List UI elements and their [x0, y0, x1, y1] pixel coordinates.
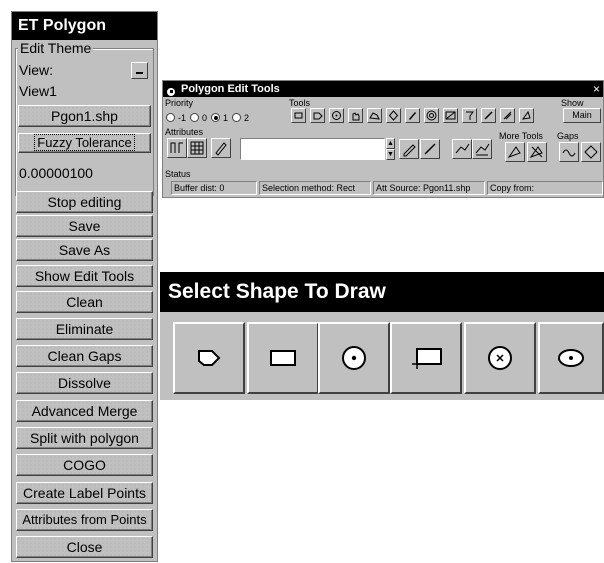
edit-line-icon[interactable]	[420, 139, 440, 159]
gap-tool-1-icon[interactable]	[559, 142, 579, 162]
priority-radio-2[interactable]	[232, 113, 241, 122]
line-tool-icon[interactable]	[481, 108, 496, 123]
gaps-label: Gaps	[557, 131, 579, 141]
trace-tool-icon[interactable]	[500, 108, 515, 123]
priority-option-label: 1	[223, 113, 229, 123]
status-buffer: Buffer dist: 0	[171, 181, 257, 195]
priority-radio-1[interactable]	[211, 113, 220, 122]
polygon-shape-button[interactable]	[173, 322, 245, 394]
clean-gaps-button[interactable]: Clean Gaps	[16, 345, 153, 367]
pen-tool-icon[interactable]	[405, 108, 420, 123]
priority-radio-minus1[interactable]	[166, 113, 175, 122]
paint-icon[interactable]	[211, 138, 231, 158]
rectangle-corner-icon	[412, 348, 442, 369]
priority-option-label: 0	[202, 113, 208, 123]
freehand-tool-icon[interactable]	[367, 108, 382, 123]
show-edit-tools-button[interactable]: Show Edit Tools	[16, 265, 153, 287]
status-copy-from: Copy from:	[487, 181, 603, 195]
dissolve-button[interactable]: Dissolve	[16, 372, 153, 394]
circle-x-icon	[488, 346, 512, 370]
view-minimize-button[interactable]	[131, 62, 148, 79]
brush-tool-icon[interactable]	[462, 108, 477, 123]
spin-up-icon[interactable]: ▲	[386, 138, 395, 149]
attribute-transfer-icon[interactable]	[167, 138, 187, 158]
hand-tool-icon[interactable]	[348, 108, 363, 123]
attributes-label: Attributes	[165, 127, 204, 137]
close-button[interactable]: Close	[16, 536, 153, 558]
panel-title: ET Polygon	[12, 12, 157, 40]
shape-picker-title: Select Shape To Draw	[160, 272, 604, 312]
tools-label: Tools	[289, 98, 311, 108]
attributes-input[interactable]	[240, 138, 385, 160]
attributes-from-points-button[interactable]: Attributes from Points	[16, 509, 153, 531]
shape-picker-window: Select Shape To Draw	[160, 272, 604, 400]
view-value: View1	[19, 83, 57, 99]
donut-tool-icon[interactable]	[424, 108, 439, 123]
polygon-icon	[198, 350, 221, 366]
tolerance-value: 0.00000100	[19, 165, 93, 181]
edit-pencil-icon[interactable]	[399, 139, 419, 159]
stop-editing-button[interactable]: Stop editing	[16, 191, 153, 213]
table-icon[interactable]	[187, 138, 207, 158]
rectangle-tool-icon[interactable]	[291, 108, 306, 123]
ellipse-icon	[558, 349, 584, 367]
eliminate-button[interactable]: Eliminate	[16, 318, 153, 340]
more-tool-2-icon[interactable]	[527, 142, 547, 162]
clean-button[interactable]: Clean	[16, 291, 153, 313]
priority-option-label: -1	[178, 113, 187, 123]
edit-theme-label: Edit Theme	[18, 40, 94, 56]
vertex-edit-icon[interactable]	[472, 139, 492, 159]
advanced-merge-button[interactable]: Advanced Merge	[16, 400, 153, 422]
split-with-polygon-button[interactable]: Split with polygon	[16, 427, 153, 449]
circle-x-shape-button[interactable]	[464, 322, 536, 394]
ellipse-shape-button[interactable]	[538, 322, 604, 394]
spin-down-icon[interactable]: ▼	[386, 149, 395, 160]
polygon-edit-tools-window: Polygon Edit Tools × Priority -1 0 1 2 T…	[162, 80, 604, 198]
theme-file-button[interactable]: Pgon1.shp	[18, 105, 151, 127]
rectangle-corner-shape-button[interactable]	[390, 322, 462, 394]
window-close-icon[interactable]: ×	[593, 82, 600, 96]
priority-label: Priority	[165, 98, 194, 108]
status-label: Status	[165, 169, 191, 179]
status-selection: Selection method: Rect	[259, 181, 371, 195]
fuzzy-tolerance-label: Fuzzy Tolerance	[34, 134, 135, 151]
arc-tool-icon[interactable]	[519, 108, 534, 123]
gap-tool-2-icon[interactable]	[581, 142, 601, 162]
create-label-points-button[interactable]: Create Label Points	[16, 482, 153, 504]
more-tools-label: More Tools	[499, 131, 543, 141]
circle-center-icon	[342, 346, 366, 370]
priority-option-label: 2	[244, 113, 250, 123]
fuzzy-tolerance-button[interactable]: Fuzzy Tolerance	[18, 133, 151, 153]
rectangle-shape-button[interactable]	[247, 322, 319, 394]
rectangle-icon	[270, 350, 296, 366]
show-label: Show	[561, 98, 584, 108]
status-att-source: Att Source: Pgon11.shp	[373, 181, 485, 195]
view-label: View:	[19, 62, 53, 78]
split-tool-icon[interactable]	[443, 108, 458, 123]
priority-radio-0[interactable]	[190, 113, 199, 122]
window-title: Polygon Edit Tools	[163, 81, 603, 97]
app-icon	[166, 84, 177, 96]
circle-center-shape-button[interactable]	[318, 322, 390, 394]
circle-tool-icon[interactable]	[329, 108, 344, 123]
minimize-icon	[136, 72, 143, 74]
diamond-tool-icon[interactable]	[386, 108, 401, 123]
cogo-button[interactable]: COGO	[16, 454, 153, 476]
show-main-button[interactable]: Main	[563, 108, 601, 123]
et-polygon-panel: ET Polygon Edit Theme View: View1 Pgon1.…	[11, 11, 158, 562]
vertex-icon[interactable]	[452, 139, 472, 159]
save-button[interactable]: Save	[16, 215, 153, 237]
more-tool-1-icon[interactable]	[505, 142, 525, 162]
polygon-tool-icon[interactable]	[310, 108, 325, 123]
save-as-button[interactable]: Save As	[16, 239, 153, 261]
